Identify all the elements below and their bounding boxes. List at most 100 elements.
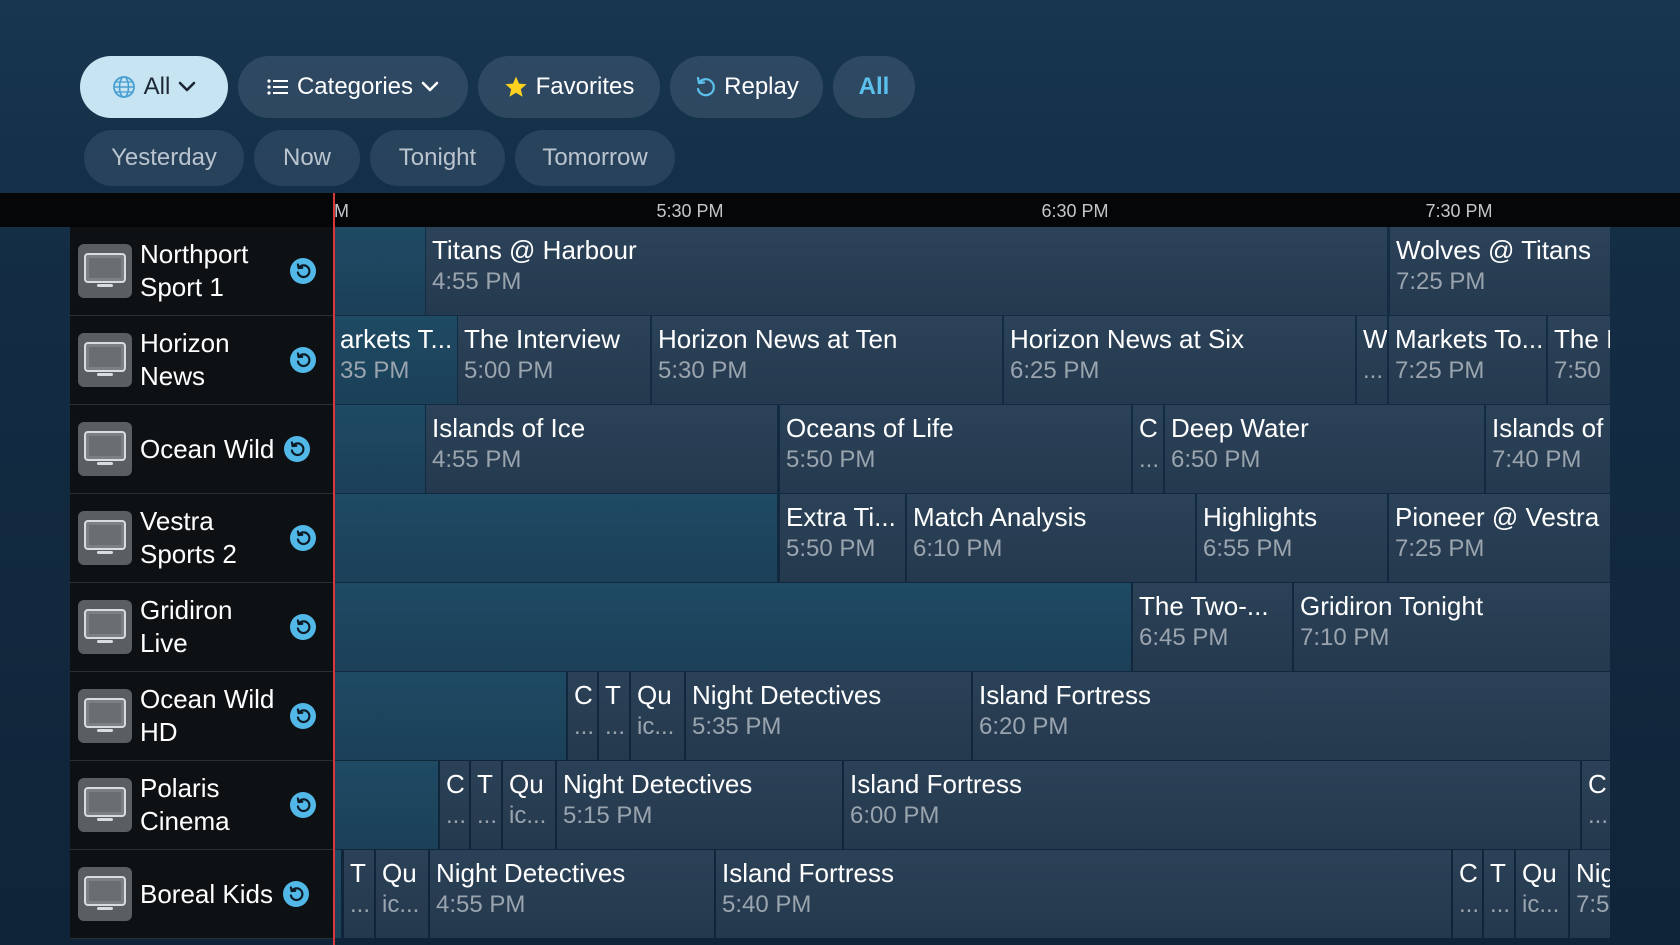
categories-dropdown-button[interactable]: Categories <box>238 56 468 118</box>
tv-icon <box>78 867 132 921</box>
program-cell[interactable]: Qu ic... <box>1516 850 1568 938</box>
program-cell[interactable]: C... <box>1133 405 1163 493</box>
replay-badge-icon[interactable] <box>290 792 316 818</box>
replay-badge-icon[interactable] <box>290 525 316 551</box>
program-cell[interactable]: Qu ic... <box>376 850 428 938</box>
program-title: Night Detectives <box>692 680 882 710</box>
program-cell[interactable]: Titans @ Harbour 4:55 PM <box>426 227 1387 315</box>
program-cell[interactable] <box>334 227 425 315</box>
program-cell[interactable]: Pioneer @ Vestra 7:25 PM <box>1389 494 1610 582</box>
program-cell[interactable]: Night Detectives 5:35 PM <box>686 672 971 760</box>
program-title: arkets T... <box>340 324 453 354</box>
program-cell[interactable]: C... <box>1582 761 1610 849</box>
chevron-down-icon <box>421 81 439 93</box>
program-cell[interactable]: Qu ic... <box>503 761 555 849</box>
program-cell[interactable]: Island Fortress 5:40 PM <box>716 850 1451 938</box>
channel-name: Ocean Wild <box>140 433 275 464</box>
program-cell[interactable]: Night Detectives 5:15 PM <box>557 761 842 849</box>
program-cell[interactable]: Oceans of Life 5:50 PM <box>780 405 1131 493</box>
program-cell[interactable]: Markets To... 7:25 PM <box>1389 316 1546 404</box>
star-icon <box>504 75 528 99</box>
replay-badge-icon[interactable] <box>284 436 311 462</box>
program-cell[interactable]: Gridiron Tonight 7:10 PM <box>1294 583 1610 671</box>
program-cell[interactable] <box>334 583 1131 671</box>
program-cell[interactable]: Island Fortress 6:20 PM <box>973 672 1610 760</box>
program-cell[interactable]: C... <box>568 672 597 760</box>
program-cell[interactable]: Highlights 6:55 PM <box>1197 494 1387 582</box>
program-cell[interactable]: T... <box>1484 850 1514 938</box>
program-title: Island Fortress <box>722 858 894 888</box>
favorites-button[interactable]: Favorites <box>478 56 660 118</box>
program-cell[interactable]: W... <box>1357 316 1387 404</box>
program-cell[interactable]: T... <box>471 761 501 849</box>
program-title: T <box>605 680 621 710</box>
program-start-time: 4:55 PM <box>432 446 522 473</box>
day-now-button[interactable]: Now <box>254 130 360 186</box>
replay-badge-icon[interactable] <box>290 258 316 284</box>
program-cell[interactable]: Extra Ti... 5:50 PM <box>780 494 905 582</box>
program-cell[interactable]: arkets T... 35 PM <box>334 316 457 404</box>
program-cell[interactable] <box>334 672 566 760</box>
program-cell[interactable] <box>334 761 438 849</box>
all-dropdown-button[interactable]: All <box>80 56 228 118</box>
program-start-time: ... <box>1459 891 1480 918</box>
tv-icon <box>78 778 132 832</box>
channel-ocean-wild-hd[interactable]: Ocean Wild HD <box>70 672 334 761</box>
replay-badge-icon[interactable] <box>290 347 316 373</box>
program-cell[interactable]: : <box>334 850 341 938</box>
program-title: Deep Water <box>1171 413 1309 443</box>
program-start-time: 7:10 PM <box>1300 624 1390 651</box>
channel-gridiron-live[interactable]: Gridiron Live <box>70 583 334 672</box>
program-cell[interactable] <box>334 494 777 582</box>
program-cell[interactable]: Horizon News at Six 6:25 PM <box>1004 316 1355 404</box>
program-title: Night Detectives <box>563 769 753 799</box>
channel-horizon-news[interactable]: Horizon News <box>70 316 334 405</box>
replay-button[interactable]: Replay <box>670 56 823 118</box>
program-cell[interactable]: Night Detectives 4:55 PM <box>430 850 714 938</box>
replay-badge-icon[interactable] <box>290 614 316 640</box>
program-start-time: 35 PM <box>340 357 410 384</box>
program-cell[interactable]: C... <box>1453 850 1482 938</box>
program-title: Island Fortress <box>979 680 1151 710</box>
program-start-time: 7:5 <box>1576 891 1610 918</box>
program-cell[interactable] <box>334 405 425 493</box>
program-cell[interactable]: The I 7:50 <box>1548 316 1610 404</box>
replay-badge-icon[interactable] <box>282 881 309 907</box>
day-tomorrow-button[interactable]: Tomorrow <box>515 130 675 186</box>
program-title: Match Analysis <box>913 502 1087 532</box>
program-start-time: 4:55 PM <box>436 891 526 918</box>
program-cell[interactable]: T... <box>599 672 629 760</box>
program-title: T <box>350 858 366 888</box>
program-cell[interactable]: Islands of Ice 4:55 PM <box>426 405 777 493</box>
channel-boreal-kids[interactable]: Boreal Kids <box>70 850 334 939</box>
replay-badge-icon[interactable] <box>290 703 316 729</box>
channel-polaris-cinema[interactable]: Polaris Cinema <box>70 761 334 850</box>
program-cell[interactable]: Nig 7:5 <box>1570 850 1610 938</box>
program-title: : <box>340 857 341 889</box>
program-cell[interactable]: C... <box>440 761 469 849</box>
program-cell[interactable]: Horizon News at Ten 5:30 PM <box>652 316 1002 404</box>
program-cell[interactable]: Qu ic... <box>631 672 684 760</box>
day-yesterday-button[interactable]: Yesterday <box>84 130 244 186</box>
program-cell[interactable]: Island Fortress 6:00 PM <box>844 761 1580 849</box>
day-tonight-button[interactable]: Tonight <box>370 130 505 186</box>
program-cell[interactable]: Deep Water 6:50 PM <box>1165 405 1484 493</box>
program-cell[interactable]: Islands of 7:40 PM <box>1486 405 1610 493</box>
program-row: The Two-... 6:45 PM Gridiron Tonight 7:10 P… <box>334 583 1610 671</box>
program-cell[interactable]: The Interview 5:00 PM <box>458 316 650 404</box>
program-cell[interactable]: Wolves @ Titans 7:25 PM <box>1390 227 1610 315</box>
program-start-time: 5:40 PM <box>722 891 812 918</box>
program-start-time: 5:15 PM <box>563 802 653 829</box>
channel-ocean-wild[interactable]: Ocean Wild <box>70 405 334 494</box>
channel-name: Polaris Cinema <box>140 773 230 836</box>
program-cell[interactable]: The Two-... 6:45 PM <box>1133 583 1292 671</box>
program-cell[interactable]: T... <box>344 850 374 938</box>
all-filter-button[interactable]: All <box>833 56 915 118</box>
filter-toolbar: All Categories Favorites Replay All <box>80 56 915 118</box>
channel-northport-sport-1[interactable]: Northport Sport 1 <box>70 227 334 316</box>
program-title: Islands of <box>1492 413 1604 443</box>
program-start-time: ... <box>1139 446 1160 473</box>
channel-vestra-sports-2[interactable]: Vestra Sports 2 <box>70 494 334 583</box>
program-cell[interactable]: Match Analysis 6:10 PM <box>907 494 1195 582</box>
program-start-time: ... <box>1363 357 1384 384</box>
